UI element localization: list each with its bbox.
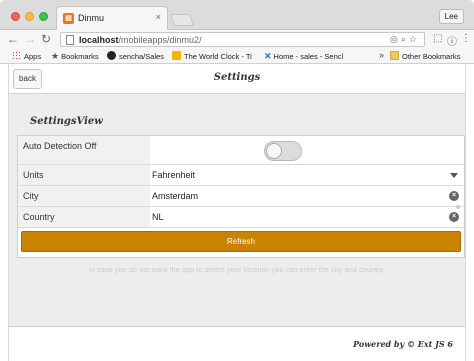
url-path: /mobileapps/dinmu2/ (118, 35, 202, 45)
back-arrow-icon[interactable]: ← (7, 32, 19, 46)
bookmarks-bar: Apps ★ Bookmarks sencha/Sales The World C… (0, 49, 474, 64)
bookmark-bookmarks[interactable]: ★ Bookmarks (51, 51, 99, 62)
browser-tab[interactable]: ▤ Dinmu × (56, 6, 168, 30)
page-title: Settings (213, 72, 261, 83)
settings-form: Auto Detection Off Units Fahrenheit City… (17, 135, 465, 258)
forward-arrow-icon[interactable]: → (24, 32, 36, 46)
auto-detection-label: Auto Detection Off (18, 136, 150, 164)
star-icon: ★ (51, 51, 60, 61)
page-icon (66, 35, 74, 45)
star-bookmark-icon[interactable]: ☆ (409, 34, 420, 44)
auto-detection-row: Auto Detection Off (18, 136, 464, 165)
bookmark-label: sencha/Sales (119, 52, 165, 61)
city-row: City Amsterdam × (18, 186, 464, 207)
units-select[interactable]: Fahrenheit (152, 170, 195, 180)
refresh-container: Refresh (18, 228, 464, 257)
tab-close-icon[interactable]: × (156, 12, 161, 22)
new-tab-button[interactable] (169, 14, 195, 26)
country-row: Country NL × (18, 207, 464, 228)
menu-icon[interactable]: ⋮ (461, 33, 471, 44)
bookmarks-overflow-icon[interactable]: » (379, 50, 384, 60)
extension-icon[interactable]: ⬚ (433, 33, 442, 44)
bookmark-home-sales[interactable]: ✕ Home - sales - Sencl (264, 51, 343, 62)
omnibox-icons: ◎⌕☆ (390, 34, 420, 45)
github-icon (107, 51, 116, 60)
browser-window: ▤ Dinmu × Lee ← → ↻ localhost/mobileapps… (0, 0, 474, 361)
city-input[interactable]: Amsterdam (152, 191, 198, 201)
chevron-down-icon[interactable] (450, 173, 458, 178)
city-label: City (18, 186, 150, 206)
scroll-indicator (456, 205, 460, 209)
info-icon[interactable]: ⓘ (447, 33, 457, 48)
clear-country-icon[interactable]: × (449, 212, 459, 222)
tab-favicon-icon: ▤ (63, 13, 74, 24)
bookmark-label: Home - sales - Sencl (273, 52, 344, 61)
app-titlebar: Settings back (9, 64, 465, 94)
browser-toolbar: ← → ↻ localhost/mobileapps/dinmu2/ ◎⌕☆ ⬚… (0, 30, 474, 49)
toggle-knob[interactable] (266, 143, 282, 159)
country-input[interactable]: NL (152, 212, 164, 222)
units-label: Units (18, 165, 150, 185)
auto-detection-toggle[interactable] (264, 141, 302, 161)
close-window-button[interactable] (11, 12, 20, 21)
url-text: localhost/mobileapps/dinmu2/ (79, 35, 202, 45)
x-logo-icon: ✕ (264, 51, 272, 61)
other-bookmarks[interactable]: Other Bookmarks (390, 51, 460, 62)
target-icon[interactable]: ◎ (390, 34, 401, 44)
reload-icon[interactable]: ↻ (41, 32, 51, 46)
clear-city-icon[interactable]: × (449, 191, 459, 201)
footer-credit: Powered by © Ext JS 6 (353, 339, 453, 349)
apps-icon (12, 51, 21, 60)
app-viewport: Settings back SettingsView Auto Detectio… (8, 64, 466, 361)
view-title: SettingsView (30, 116, 103, 127)
folder-icon (390, 51, 399, 60)
clock-icon (172, 51, 181, 60)
app-footer: Powered by © Ext JS 6 (9, 326, 465, 361)
minimize-window-button[interactable] (25, 12, 34, 21)
help-text: In case you do not want the app to detec… (88, 267, 386, 274)
profile-button[interactable]: Lee (438, 9, 464, 24)
address-bar[interactable]: localhost/mobileapps/dinmu2/ ◎⌕☆ (60, 32, 425, 47)
bookmark-label: The World Clock - Ti (184, 52, 252, 61)
maximize-window-button[interactable] (39, 12, 48, 21)
bookmark-label: Apps (24, 52, 42, 61)
bookmark-sencha-sales[interactable]: sencha/Sales (107, 51, 164, 62)
tab-bar: ▤ Dinmu × Lee (0, 0, 474, 30)
other-bookmarks-label: Other Bookmarks (402, 52, 461, 61)
zoom-icon[interactable]: ⌕ (401, 34, 409, 44)
tab-title: Dinmu (78, 13, 105, 23)
bookmark-world-clock[interactable]: The World Clock - Ti (172, 51, 252, 62)
bookmark-label: Bookmarks (61, 52, 99, 61)
url-host: localhost (79, 35, 119, 45)
back-button[interactable]: back (13, 69, 42, 89)
refresh-button[interactable]: Refresh (21, 231, 461, 252)
bookmark-apps[interactable]: Apps (12, 51, 41, 62)
units-row: Units Fahrenheit (18, 165, 464, 186)
country-label: Country (18, 207, 150, 227)
